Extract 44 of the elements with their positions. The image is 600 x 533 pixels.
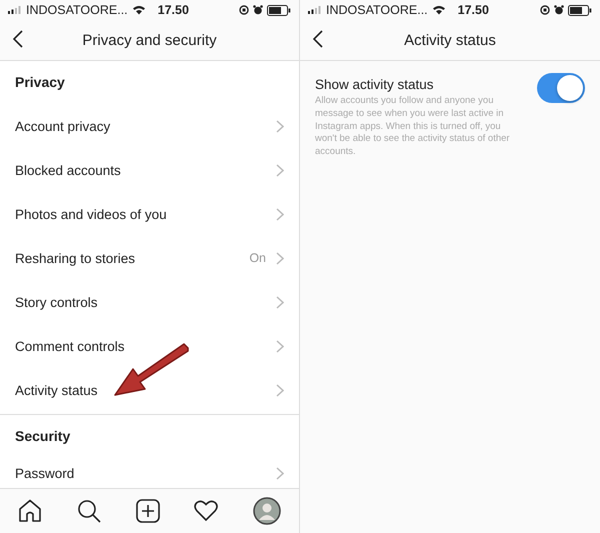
wifi-icon [432,5,446,15]
chevron-icon [276,252,284,264]
section-heading: Security [14,427,72,446]
alarm-icon [253,5,263,15]
clock-time: 17.50 [158,3,189,17]
clock-time: 17.50 [458,3,489,17]
activity-status-toggle[interactable] [537,73,585,103]
setting-label: Show activity status [315,77,435,92]
chevron-icon [276,208,284,220]
search-icon[interactable] [76,499,101,523]
signal-icon [308,6,322,14]
setting-description: Allow accounts you follow and anyone you message to see when you were last active in Instagram apps. When this is turned off, you won't be able to see the activity status of other accounts. [315,95,511,159]
screen-title: Privacy and security [82,32,217,48]
settings-row[interactable]: Blocked accounts [0,148,299,192]
heart-icon[interactable] [194,500,218,522]
chevron-icon [276,164,284,176]
chevron-icon [276,384,284,396]
settings-row[interactable]: Story controls [0,280,299,324]
back-button[interactable] [12,30,24,50]
carrier-name: INDOSATOORE... [326,3,428,17]
chevron-icon [276,466,284,480]
signal-icon [8,6,22,14]
section-heading: Privacy [14,73,66,92]
chevron-icon [276,120,284,132]
avatar-icon[interactable] [253,497,281,525]
settings-row[interactable]: Resharing to stories On [0,236,299,280]
settings-row[interactable]: Account privacy [0,104,299,148]
back-button[interactable] [312,30,324,50]
settings-row[interactable]: Photos and videos of you [0,192,299,236]
settings-row[interactable]: Comment controls [0,324,299,368]
battery-icon [568,4,592,16]
battery-icon [267,4,291,16]
settings-row[interactable]: Activity status [0,368,299,412]
settings-row[interactable]: Password [0,458,299,488]
alarm-icon [554,5,564,15]
add-icon[interactable] [136,499,160,523]
orientation-lock-icon [239,5,249,15]
carrier-name: INDOSATOORE... [26,3,128,17]
chevron-icon [276,340,284,352]
chevron-icon [276,296,284,308]
wifi-icon [132,5,146,15]
home-icon[interactable] [18,499,42,523]
screen-title: Activity status [404,32,496,48]
orientation-lock-icon [540,5,550,15]
